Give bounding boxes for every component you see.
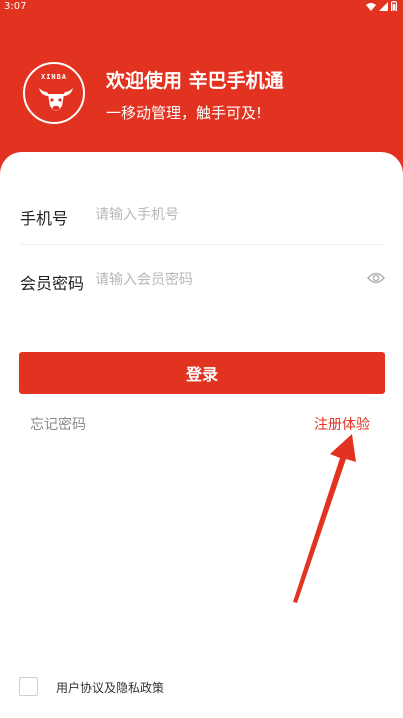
agreement-label[interactable]: 用户协议及隐私政策 (56, 679, 164, 696)
annotation-arrow (293, 434, 356, 603)
agreement-checkbox[interactable] (19, 677, 38, 696)
